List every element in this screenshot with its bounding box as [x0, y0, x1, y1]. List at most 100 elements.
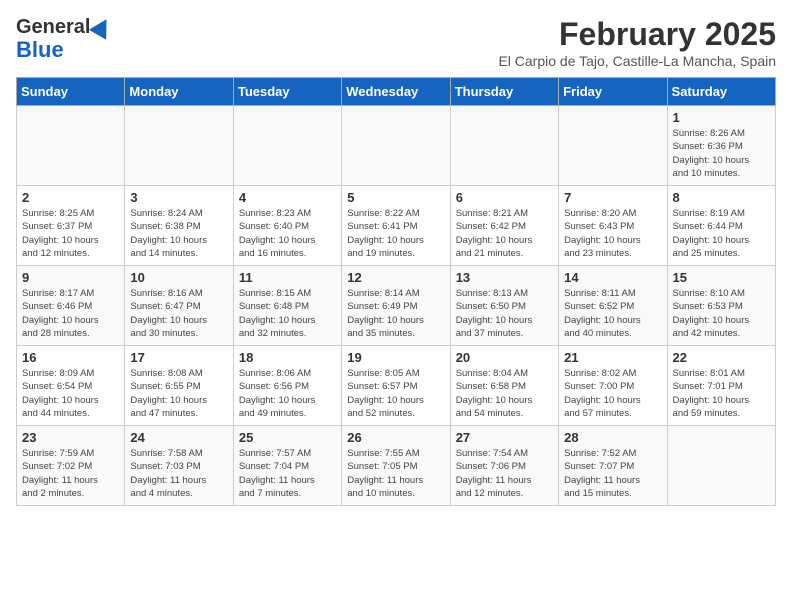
- day-number: 22: [673, 350, 770, 365]
- day-number: 25: [239, 430, 336, 445]
- day-number: 4: [239, 190, 336, 205]
- day-info: Sunrise: 8:11 AM Sunset: 6:52 PM Dayligh…: [564, 287, 661, 340]
- calendar-cell: 16 Sunrise: 8:09 AM Sunset: 6:54 PM Dayli…: [17, 346, 125, 426]
- calendar-cell: 13 Sunrise: 8:13 AM Sunset: 6:50 PM Dayli…: [450, 266, 558, 346]
- logo-triangle-icon: [89, 14, 115, 40]
- calendar-cell: 18 Sunrise: 8:06 AM Sunset: 6:56 PM Dayli…: [233, 346, 341, 426]
- day-info: Sunrise: 8:25 AM Sunset: 6:37 PM Dayligh…: [22, 207, 119, 260]
- calendar-cell: 22Sunrise: 8:01 AM Sunset: 7:01 PM Dayli…: [667, 346, 775, 426]
- day-info: Sunrise: 8:23 AM Sunset: 6:40 PM Dayligh…: [239, 207, 336, 260]
- day-info: Sunrise: 8:06 AM Sunset: 6:56 PM Dayligh…: [239, 367, 336, 420]
- calendar-cell: 2 Sunrise: 8:25 AM Sunset: 6:37 PM Daylig…: [17, 186, 125, 266]
- calendar-cell: 12 Sunrise: 8:14 AM Sunset: 6:49 PM Dayli…: [342, 266, 450, 346]
- day-number: 27: [456, 430, 553, 445]
- calendar-cell: 23 Sunrise: 7:59 AM Sunset: 7:02 PM Dayli…: [17, 426, 125, 506]
- day-info: Sunrise: 8:22 AM Sunset: 6:41 PM Dayligh…: [347, 207, 444, 260]
- calendar-cell: 9 Sunrise: 8:17 AM Sunset: 6:46 PM Daylig…: [17, 266, 125, 346]
- calendar-week-row: 1Sunrise: 8:26 AM Sunset: 6:36 PM Daylig…: [17, 106, 776, 186]
- calendar-cell: 20 Sunrise: 8:04 AM Sunset: 6:58 PM Dayli…: [450, 346, 558, 426]
- calendar-cell: [17, 106, 125, 186]
- col-header-sunday: Sunday: [17, 78, 125, 106]
- day-number: 6: [456, 190, 553, 205]
- day-number: 23: [22, 430, 119, 445]
- day-number: 7: [564, 190, 661, 205]
- day-info: Sunrise: 8:10 AM Sunset: 6:53 PM Dayligh…: [673, 287, 770, 340]
- logo-text-blue: Blue: [16, 38, 64, 62]
- day-info: Sunrise: 8:08 AM Sunset: 6:55 PM Dayligh…: [130, 367, 227, 420]
- col-header-friday: Friday: [559, 78, 667, 106]
- day-info: Sunrise: 8:17 AM Sunset: 6:46 PM Dayligh…: [22, 287, 119, 340]
- calendar-cell: 19 Sunrise: 8:05 AM Sunset: 6:57 PM Dayli…: [342, 346, 450, 426]
- col-header-monday: Monday: [125, 78, 233, 106]
- day-info: Sunrise: 8:20 AM Sunset: 6:43 PM Dayligh…: [564, 207, 661, 260]
- day-info: Sunrise: 7:58 AM Sunset: 7:03 PM Dayligh…: [130, 447, 227, 500]
- day-info: Sunrise: 8:19 AM Sunset: 6:44 PM Dayligh…: [673, 207, 770, 260]
- day-number: 20: [456, 350, 553, 365]
- day-number: 9: [22, 270, 119, 285]
- calendar-cell: 6 Sunrise: 8:21 AM Sunset: 6:42 PM Daylig…: [450, 186, 558, 266]
- day-number: 15: [673, 270, 770, 285]
- day-number: 28: [564, 430, 661, 445]
- day-info: Sunrise: 7:52 AM Sunset: 7:07 PM Dayligh…: [564, 447, 661, 500]
- calendar-cell: 14Sunrise: 8:11 AM Sunset: 6:52 PM Dayli…: [559, 266, 667, 346]
- day-number: 5: [347, 190, 444, 205]
- day-number: 11: [239, 270, 336, 285]
- day-number: 18: [239, 350, 336, 365]
- day-info: Sunrise: 7:57 AM Sunset: 7:04 PM Dayligh…: [239, 447, 336, 500]
- calendar-cell: 24Sunrise: 7:58 AM Sunset: 7:03 PM Dayli…: [125, 426, 233, 506]
- calendar-cell: 4 Sunrise: 8:23 AM Sunset: 6:40 PM Daylig…: [233, 186, 341, 266]
- location-title: El Carpio de Tajo, Castille-La Mancha, S…: [498, 53, 776, 69]
- day-info: Sunrise: 8:14 AM Sunset: 6:49 PM Dayligh…: [347, 287, 444, 340]
- calendar-cell: 1Sunrise: 8:26 AM Sunset: 6:36 PM Daylig…: [667, 106, 775, 186]
- col-header-wednesday: Wednesday: [342, 78, 450, 106]
- calendar-cell: [667, 426, 775, 506]
- page-header: General Blue February 2025 El Carpio de …: [16, 16, 776, 69]
- day-number: 8: [673, 190, 770, 205]
- day-info: Sunrise: 8:21 AM Sunset: 6:42 PM Dayligh…: [456, 207, 553, 260]
- calendar-cell: 10 Sunrise: 8:16 AM Sunset: 6:47 PM Dayli…: [125, 266, 233, 346]
- calendar-cell: 27Sunrise: 7:54 AM Sunset: 7:06 PM Dayli…: [450, 426, 558, 506]
- day-info: Sunrise: 8:15 AM Sunset: 6:48 PM Dayligh…: [239, 287, 336, 340]
- calendar-cell: 21Sunrise: 8:02 AM Sunset: 7:00 PM Dayli…: [559, 346, 667, 426]
- calendar-cell: [450, 106, 558, 186]
- day-info: Sunrise: 8:16 AM Sunset: 6:47 PM Dayligh…: [130, 287, 227, 340]
- day-number: 21: [564, 350, 661, 365]
- calendar-week-row: 16 Sunrise: 8:09 AM Sunset: 6:54 PM Dayli…: [17, 346, 776, 426]
- calendar-cell: 28 Sunrise: 7:52 AM Sunset: 7:07 PM Dayli…: [559, 426, 667, 506]
- day-info: Sunrise: 7:55 AM Sunset: 7:05 PM Dayligh…: [347, 447, 444, 500]
- calendar-cell: [125, 106, 233, 186]
- col-header-tuesday: Tuesday: [233, 78, 341, 106]
- calendar-cell: 17 Sunrise: 8:08 AM Sunset: 6:55 PM Dayli…: [125, 346, 233, 426]
- day-info: Sunrise: 7:59 AM Sunset: 7:02 PM Dayligh…: [22, 447, 119, 500]
- title-block: February 2025 El Carpio de Tajo, Castill…: [498, 16, 776, 69]
- calendar-cell: 26 Sunrise: 7:55 AM Sunset: 7:05 PM Dayli…: [342, 426, 450, 506]
- calendar-week-row: 23 Sunrise: 7:59 AM Sunset: 7:02 PM Dayli…: [17, 426, 776, 506]
- calendar-week-row: 2 Sunrise: 8:25 AM Sunset: 6:37 PM Daylig…: [17, 186, 776, 266]
- logo-text-general: General: [16, 16, 90, 38]
- calendar-cell: [342, 106, 450, 186]
- calendar-cell: 15 Sunrise: 8:10 AM Sunset: 6:53 PM Dayli…: [667, 266, 775, 346]
- logo: General Blue: [16, 16, 112, 62]
- calendar-cell: [559, 106, 667, 186]
- day-number: 12: [347, 270, 444, 285]
- day-number: 26: [347, 430, 444, 445]
- col-header-thursday: Thursday: [450, 78, 558, 106]
- day-info: Sunrise: 8:04 AM Sunset: 6:58 PM Dayligh…: [456, 367, 553, 420]
- day-info: Sunrise: 8:09 AM Sunset: 6:54 PM Dayligh…: [22, 367, 119, 420]
- day-number: 10: [130, 270, 227, 285]
- day-number: 17: [130, 350, 227, 365]
- day-number: 16: [22, 350, 119, 365]
- day-number: 19: [347, 350, 444, 365]
- calendar-week-row: 9 Sunrise: 8:17 AM Sunset: 6:46 PM Daylig…: [17, 266, 776, 346]
- day-number: 3: [130, 190, 227, 205]
- month-title: February 2025: [498, 16, 776, 53]
- day-info: Sunrise: 8:24 AM Sunset: 6:38 PM Dayligh…: [130, 207, 227, 260]
- calendar-table: SundayMondayTuesdayWednesdayThursdayFrid…: [16, 77, 776, 506]
- day-number: 13: [456, 270, 553, 285]
- day-info: Sunrise: 8:26 AM Sunset: 6:36 PM Dayligh…: [673, 127, 770, 180]
- calendar-cell: 5 Sunrise: 8:22 AM Sunset: 6:41 PM Daylig…: [342, 186, 450, 266]
- calendar-cell: 8 Sunrise: 8:19 AM Sunset: 6:44 PM Daylig…: [667, 186, 775, 266]
- day-info: Sunrise: 8:13 AM Sunset: 6:50 PM Dayligh…: [456, 287, 553, 340]
- day-number: 2: [22, 190, 119, 205]
- day-info: Sunrise: 8:05 AM Sunset: 6:57 PM Dayligh…: [347, 367, 444, 420]
